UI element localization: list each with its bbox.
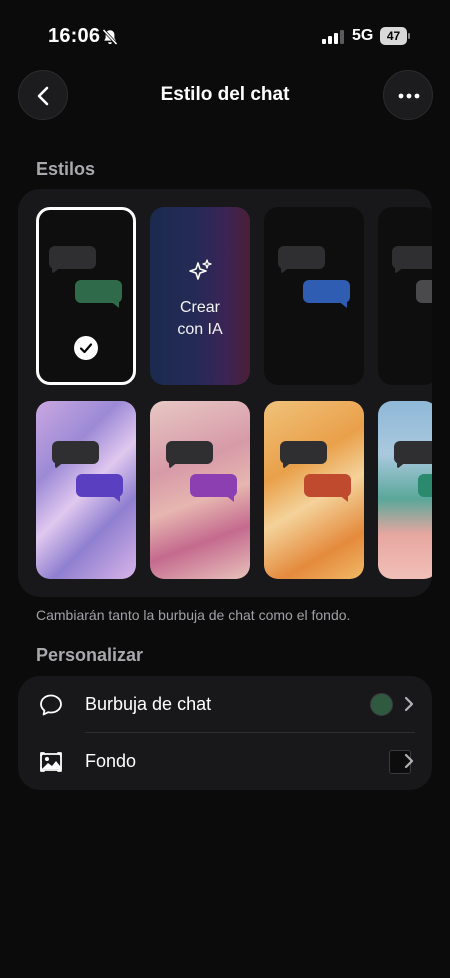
create-ai-label-line2: con IA [177,321,223,338]
create-with-ai-tile[interactable]: Crear con IA [150,207,250,385]
chat-bubble-icon [40,694,62,716]
network-type: 5G [352,27,374,44]
personalize-section-label: Personalizar [36,645,144,665]
image-icon [40,752,62,772]
chat-bubble-row[interactable]: Burbuja de chat [18,676,432,733]
bubble-incoming [49,246,96,269]
bubble-outgoing [76,474,123,497]
style-tile-beach[interactable] [378,401,432,579]
status-bar: 16:06 5G 47 [0,0,450,64]
background-label: Fondo [85,751,137,771]
style-tile-flowers[interactable] [150,401,250,579]
styles-helper-text: Cambiarán tanto la burbuja de chat como … [36,607,351,623]
personalize-list: Burbuja de chat Fondo [18,676,432,790]
bubble-outgoing [303,280,350,303]
bubble-outgoing [75,280,122,303]
bubble-incoming [278,246,325,269]
bubble-color-swatch [370,693,393,716]
style-tile-black[interactable] [36,207,136,385]
chat-bubble-label: Burbuja de chat [85,694,212,714]
bubble-outgoing [190,474,237,497]
ellipsis-icon [398,93,420,99]
selected-check-icon [74,336,98,360]
bell-muted-icon [102,28,118,46]
style-tile-black-blue[interactable] [264,207,364,385]
styles-carousel[interactable]: Crear con IA [18,189,432,597]
more-options-button[interactable] [383,70,433,120]
status-time: 16:06 [48,25,101,47]
signal-icon [322,30,344,44]
chat-style-screen: 16:06 5G 47 Estilo del chat Estilos Crea… [0,0,450,978]
bubble-outgoing [304,474,351,497]
bubble-incoming [392,246,432,269]
background-row[interactable]: Fondo [18,733,432,790]
bubble-incoming [280,441,327,464]
chevron-right-icon [404,753,414,769]
bubble-incoming [52,441,99,464]
bubble-incoming [394,441,432,464]
styles-section-label: Estilos [36,159,96,179]
bubble-outgoing [418,474,432,497]
bubble-outgoing [416,280,432,303]
style-tile-black-gray[interactable] [378,207,432,385]
battery-level: 47 [380,27,407,45]
create-ai-label-line1: Crear [179,299,220,316]
sparkles-icon [189,259,212,280]
style-tile-iridescent[interactable] [36,401,136,579]
chevron-right-icon [404,696,414,712]
battery-icon: 47 [380,27,410,45]
style-tile-orange-silk[interactable] [264,401,364,579]
bubble-incoming [166,441,213,464]
